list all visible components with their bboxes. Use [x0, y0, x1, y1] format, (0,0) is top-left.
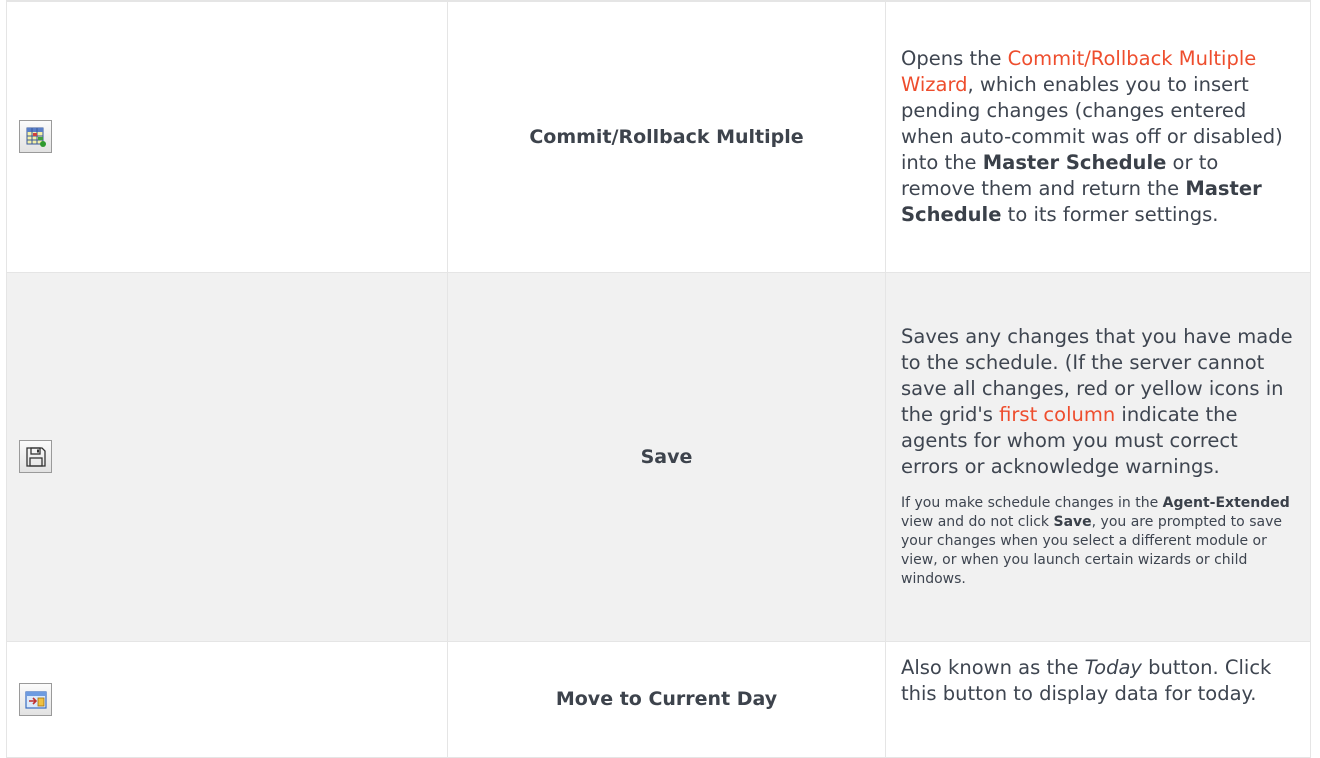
toolbar-buttons-table: Commit/Rollback Multiple Opens the Commi…	[6, 0, 1311, 758]
move-to-current-day-icon[interactable]	[19, 682, 52, 716]
button-name: Move to Current Day	[447, 640, 886, 758]
icon-cell	[6, 0, 448, 273]
icon-cell	[6, 640, 448, 758]
button-description: Saves any changes that you have made to …	[885, 271, 1311, 642]
table-row: Save Saves any changes that you have mad…	[6, 271, 1311, 642]
icon-cell	[6, 271, 448, 642]
button-name: Save	[447, 271, 886, 642]
button-description: Also known as the Today button. Click th…	[885, 640, 1311, 758]
first-column-link[interactable]: first column	[999, 403, 1115, 426]
button-description: Opens the Commit/Rollback Multiple Wizar…	[885, 0, 1311, 273]
button-name: Commit/Rollback Multiple	[447, 0, 886, 273]
table-row: Move to Current Day Also known as the To…	[6, 640, 1311, 758]
table-row: Commit/Rollback Multiple Opens the Commi…	[6, 0, 1311, 273]
save-icon[interactable]	[19, 440, 52, 473]
save-note: If you make schedule changes in the Agen…	[901, 495, 1290, 587]
commit-rollback-multiple-icon[interactable]	[19, 120, 52, 154]
